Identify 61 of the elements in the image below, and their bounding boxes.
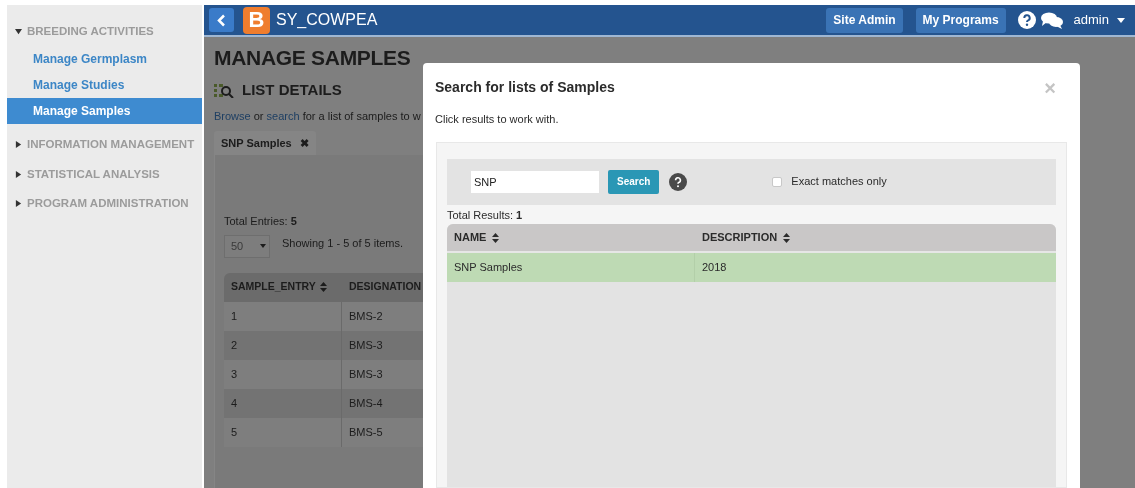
table-cell: SNP Samples: [447, 253, 695, 282]
column-header[interactable]: DESCRIPTION: [695, 229, 1056, 246]
section-title: LIST DETAILS: [242, 80, 342, 100]
caret-icon: [15, 170, 22, 178]
close-icon[interactable]: ✖: [299, 134, 309, 152]
sort-icon[interactable]: [783, 232, 791, 243]
table-cell: 2: [224, 330, 342, 360]
nav-button[interactable]: My Programs: [915, 7, 1006, 33]
close-button[interactable]: ×: [1044, 77, 1056, 98]
page-size-select[interactable]: 50: [224, 234, 270, 258]
link[interactable]: search: [266, 109, 300, 122]
sidebar-item[interactable]: Manage Studies: [7, 72, 202, 99]
table-cell: 5: [224, 417, 342, 447]
total-entries: Total Entries: 5: [224, 214, 298, 229]
sidebar-item[interactable]: Manage Germplasm: [7, 46, 202, 73]
tab[interactable]: SNP Samples ✖: [214, 131, 316, 155]
sidebar-item[interactable]: Manage Samples: [7, 98, 202, 125]
sidebar-section-heading[interactable]: INFORMATION MANAGEMENT: [27, 136, 195, 154]
total-results: Total Results: 1: [447, 207, 524, 223]
showing-text: Showing 1 - 5 of 5 items.: [282, 235, 404, 251]
sidebar-section-heading[interactable]: PROGRAM ADMINISTRATION: [27, 194, 189, 212]
column-header[interactable]: NAME: [447, 229, 695, 246]
table-cell-text: 2018: [701, 260, 728, 276]
help-icon[interactable]: [1017, 11, 1036, 29]
nav-button[interactable]: Site Admin: [826, 7, 903, 33]
caret-down-icon[interactable]: [1117, 17, 1125, 23]
exact-checkbox[interactable]: [772, 176, 783, 187]
program-name: SY_COWPEA: [276, 10, 378, 30]
dialog-title: Search for lists of Samples: [435, 78, 615, 97]
back-button[interactable]: [209, 8, 234, 32]
table-cell-text: BMS-3: [348, 337, 384, 353]
table-cell: 1: [224, 301, 342, 331]
user-name[interactable]: admin: [1073, 10, 1109, 30]
column-header[interactable]: DESIGNATION: [349, 279, 422, 295]
help-icon[interactable]: [669, 172, 688, 191]
logo-icon: B: [243, 6, 270, 34]
table-cell-text: BMS-2: [348, 308, 384, 324]
table-cell-text: BMS-5: [348, 424, 384, 440]
chevron-left-icon: [217, 13, 226, 27]
link[interactable]: Browse: [214, 109, 251, 122]
table-cell: 3: [224, 359, 342, 389]
exact-label: Exact matches only: [791, 174, 887, 190]
search-button[interactable]: Search: [608, 169, 660, 194]
dialog-hint: Click results to work with.: [434, 112, 560, 127]
sidebar-section-heading[interactable]: STATISTICAL ANALYSIS: [27, 165, 160, 183]
list-search-icon: [214, 82, 234, 99]
table-cell: 4: [224, 388, 342, 418]
page-title: MANAGE SAMPLES: [214, 45, 412, 71]
intro-text: Browse or search for a list of samples to w: [214, 108, 422, 124]
column-header[interactable]: SAMPLE_ENTRY: [231, 279, 316, 295]
caret-icon: [15, 28, 22, 36]
caret-icon: [15, 141, 22, 149]
sort-icon[interactable]: [492, 232, 500, 243]
sidebar-section-heading[interactable]: BREEDING ACTIVITIES: [27, 23, 154, 41]
table-cell-text: BMS-4: [348, 395, 384, 411]
caret-icon: [15, 199, 22, 207]
result-row[interactable]: SNP Samples 2018: [447, 253, 1056, 282]
table-cell-text: BMS-3: [348, 366, 384, 382]
search-field[interactable]: SNP: [471, 170, 599, 193]
caret-down-icon: [260, 244, 266, 248]
chat-icon[interactable]: [1040, 11, 1063, 29]
